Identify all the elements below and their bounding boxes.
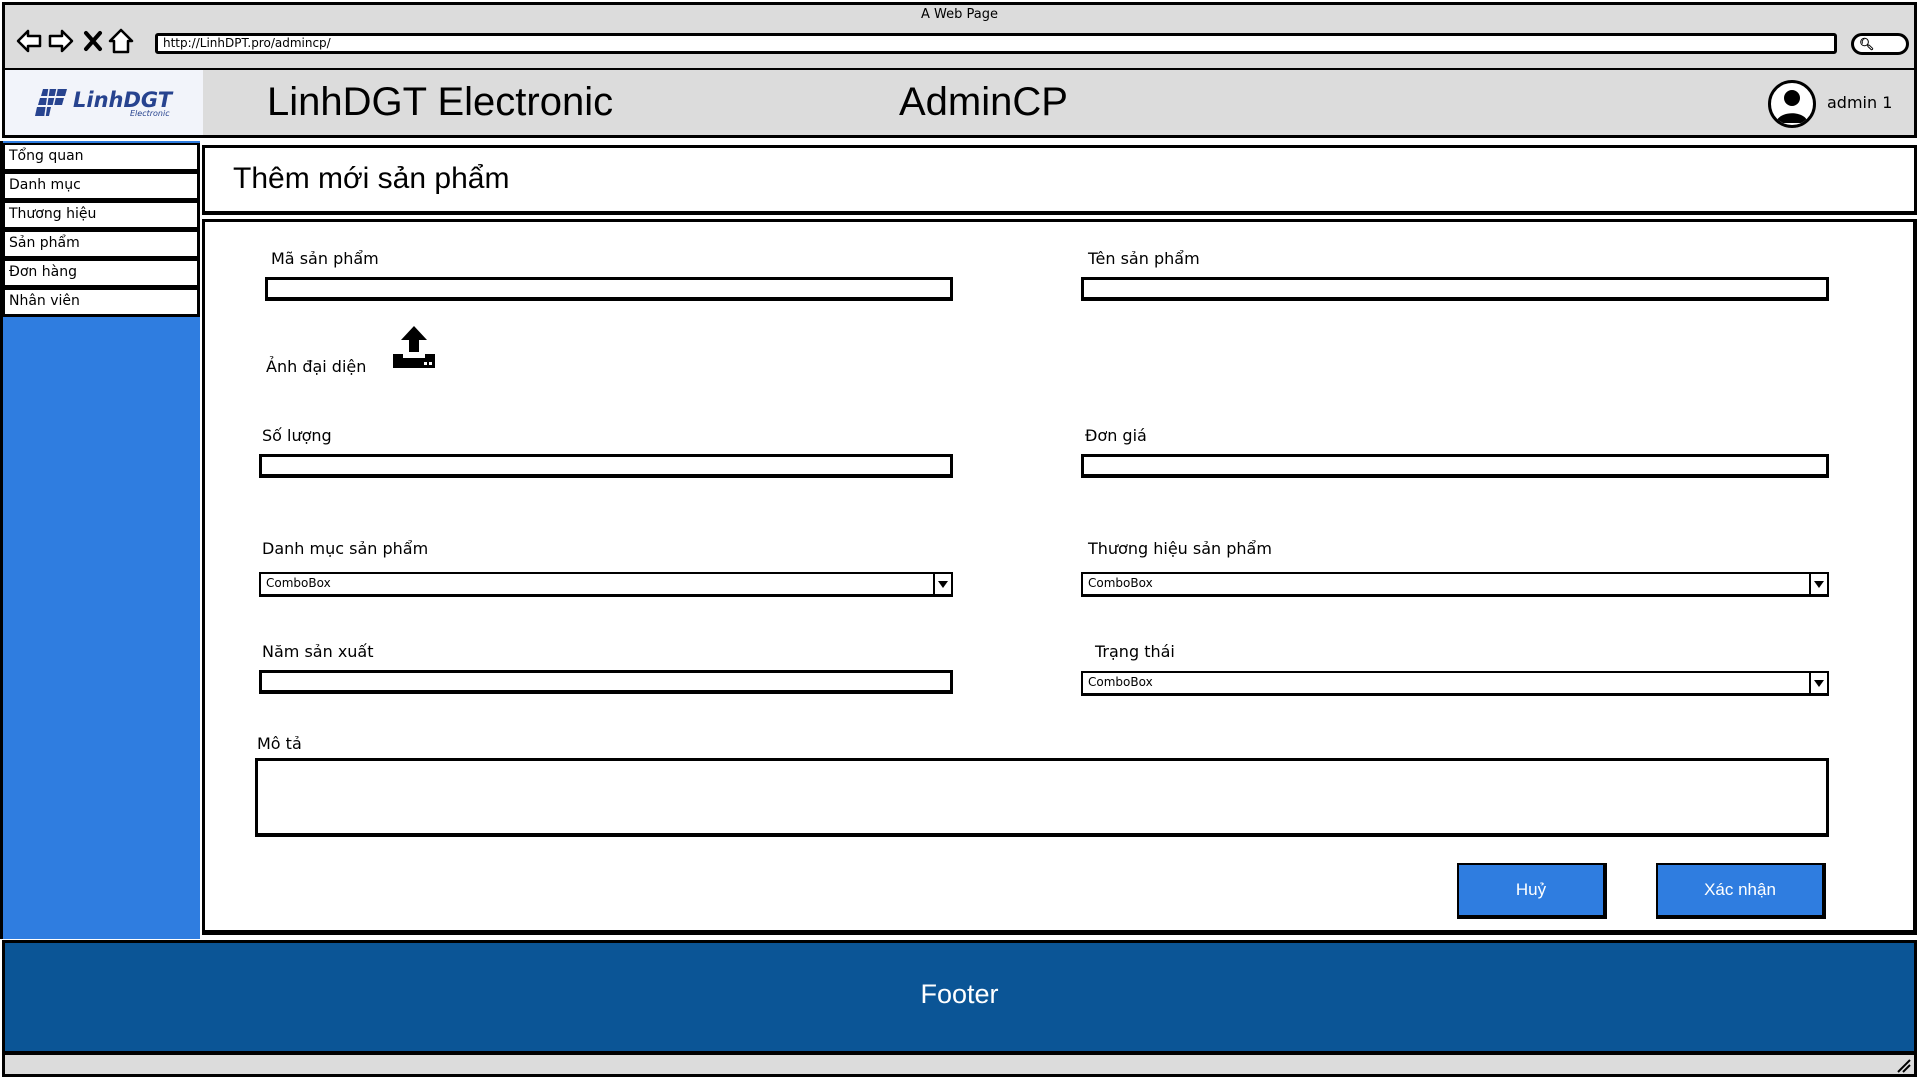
product-code-label: Mã sản phẩm xyxy=(271,249,379,268)
sidebar-menu: Tổng quan Danh mục Thương hiệu Sản phẩm … xyxy=(3,143,200,317)
browser-toolbar: A Web Page http://LinhDPT.pro/admincp/ 🔍… xyxy=(2,2,1917,70)
window-title: A Web Page xyxy=(921,7,998,22)
upload-icon[interactable] xyxy=(391,324,437,370)
product-code-input[interactable] xyxy=(265,277,953,301)
product-name-input[interactable] xyxy=(1081,277,1829,301)
year-input[interactable] xyxy=(259,670,953,694)
page-title: Thêm mới sản phẩm xyxy=(233,162,510,195)
chevron-down-icon[interactable] xyxy=(1809,673,1827,693)
category-select[interactable]: ComboBox xyxy=(259,572,953,597)
status-select-value: ComboBox xyxy=(1088,675,1153,689)
description-label: Mô tả xyxy=(257,734,302,753)
home-icon[interactable] xyxy=(107,27,135,55)
year-label: Năm sản xuất xyxy=(262,642,374,661)
sidebar-item-orders[interactable]: Đơn hàng xyxy=(3,259,200,288)
quantity-label: Số lượng xyxy=(262,426,332,445)
add-product-form: Mã sản phẩm Tên sản phẩm Ảnh đại diện Số… xyxy=(202,219,1917,935)
category-select-value: ComboBox xyxy=(266,576,331,590)
forward-arrow-icon[interactable] xyxy=(47,27,75,55)
logo-mark-icon xyxy=(35,88,67,116)
price-input[interactable] xyxy=(1081,454,1829,478)
page-header: Thêm mới sản phẩm xyxy=(202,145,1917,215)
browser-status-bar xyxy=(2,1051,1917,1077)
status-label: Trạng thái xyxy=(1095,642,1175,661)
sidebar-item-categories[interactable]: Danh mục xyxy=(3,172,200,201)
avatar-label: Ảnh đại diện xyxy=(266,357,367,376)
logo[interactable]: LinhDGT Electronic xyxy=(5,70,203,135)
user-avatar-icon[interactable] xyxy=(1768,80,1816,128)
brand-select-value: ComboBox xyxy=(1088,576,1153,590)
sidebar-item-staff[interactable]: Nhân viên xyxy=(3,288,200,317)
sidebar-item-overview[interactable]: Tổng quan xyxy=(3,143,200,172)
price-label: Đơn giá xyxy=(1085,426,1147,445)
brand-select[interactable]: ComboBox xyxy=(1081,572,1829,597)
logo-subtext: Electronic xyxy=(130,109,170,118)
confirm-button[interactable]: Xác nhận xyxy=(1656,863,1826,919)
category-label: Danh mục sản phẩm xyxy=(262,539,429,558)
browser-search-field[interactable]: 🔍︎ xyxy=(1851,33,1909,55)
footer: Footer xyxy=(2,940,1917,1051)
sidebar-item-products[interactable]: Sản phẩm xyxy=(3,230,200,259)
sidebar: Tổng quan Danh mục Thương hiệu Sản phẩm … xyxy=(0,141,200,939)
product-name-label: Tên sản phẩm xyxy=(1088,249,1200,268)
site-name: LinhDGT Electronic xyxy=(267,80,614,124)
footer-text: Footer xyxy=(920,978,999,1009)
chevron-down-icon[interactable] xyxy=(1809,574,1827,594)
close-icon[interactable] xyxy=(79,27,107,55)
quantity-input[interactable] xyxy=(259,454,953,478)
resize-grip-icon[interactable] xyxy=(1894,1056,1912,1074)
admin-title: AdminCP xyxy=(899,80,1068,124)
chevron-down-icon[interactable] xyxy=(933,574,951,594)
search-icon: 🔍︎ xyxy=(1859,37,1875,51)
back-arrow-icon[interactable] xyxy=(15,27,43,55)
status-select[interactable]: ComboBox xyxy=(1081,671,1829,696)
url-bar[interactable]: http://LinhDPT.pro/admincp/ xyxy=(155,33,1837,54)
sidebar-item-brands[interactable]: Thương hiệu xyxy=(3,201,200,230)
cancel-button[interactable]: Huỷ xyxy=(1457,863,1607,919)
logo-text: LinhDGT xyxy=(73,87,173,112)
description-textarea[interactable] xyxy=(255,758,1829,837)
browser-window: A Web Page http://LinhDPT.pro/admincp/ 🔍… xyxy=(0,0,1922,1080)
site-header: LinhDGT Electronic LinhDGT Electronic Ad… xyxy=(2,70,1917,138)
user-name[interactable]: admin 1 xyxy=(1827,93,1892,112)
brand-label: Thương hiệu sản phẩm xyxy=(1088,539,1272,558)
